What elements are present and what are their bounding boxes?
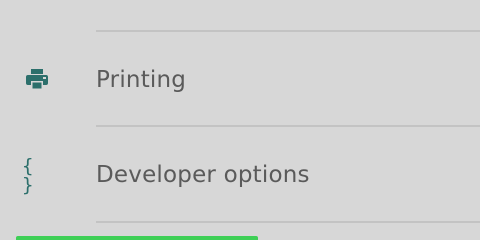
green-accent-bar <box>16 236 258 240</box>
braces-icon: { } <box>22 155 38 196</box>
settings-item-printing[interactable]: Printing <box>0 33 480 129</box>
list-divider <box>96 221 480 223</box>
printer-icon <box>22 65 52 95</box>
settings-item-label: Developer options <box>96 162 310 188</box>
settings-screen: Printing { } Developer options <box>0 0 480 240</box>
settings-item-label: Printing <box>96 67 187 93</box>
settings-item-developer-options[interactable]: { } Developer options <box>0 128 480 224</box>
list-divider <box>96 30 480 32</box>
list-divider <box>96 125 480 127</box>
